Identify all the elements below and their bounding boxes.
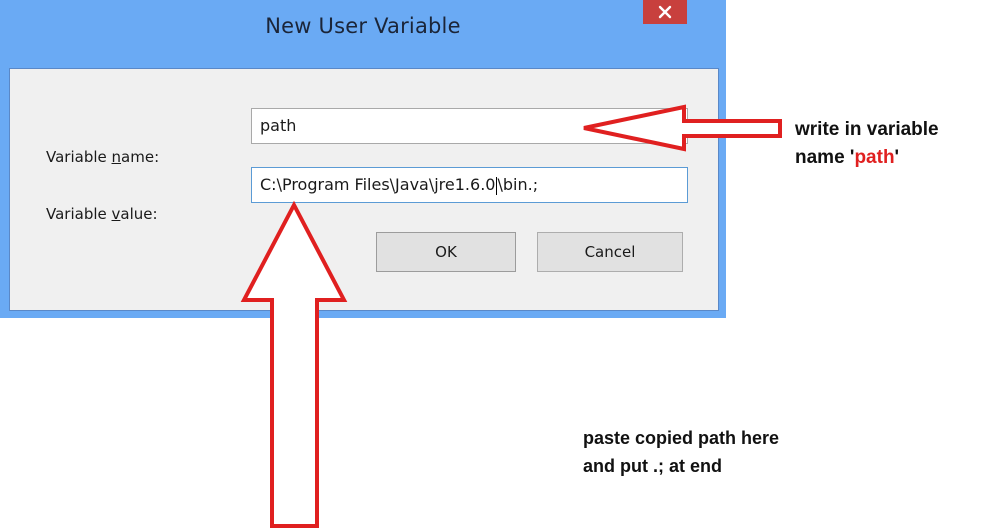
highlight-text: path [854,147,895,168]
up-arrow [240,200,348,528]
annotation-paste-path: paste copied path here and put .; at end [583,424,779,480]
annotation-line: paste copied path here [583,428,780,448]
annotation-line: name 'path' [795,147,900,168]
annotation-line: and put .; at end [583,456,722,476]
left-arrow [583,104,782,152]
annotation-arrows [240,104,782,528]
annotation-write-name: write in variable name 'path' [795,116,939,172]
annotation-line: write in variable [795,119,939,140]
